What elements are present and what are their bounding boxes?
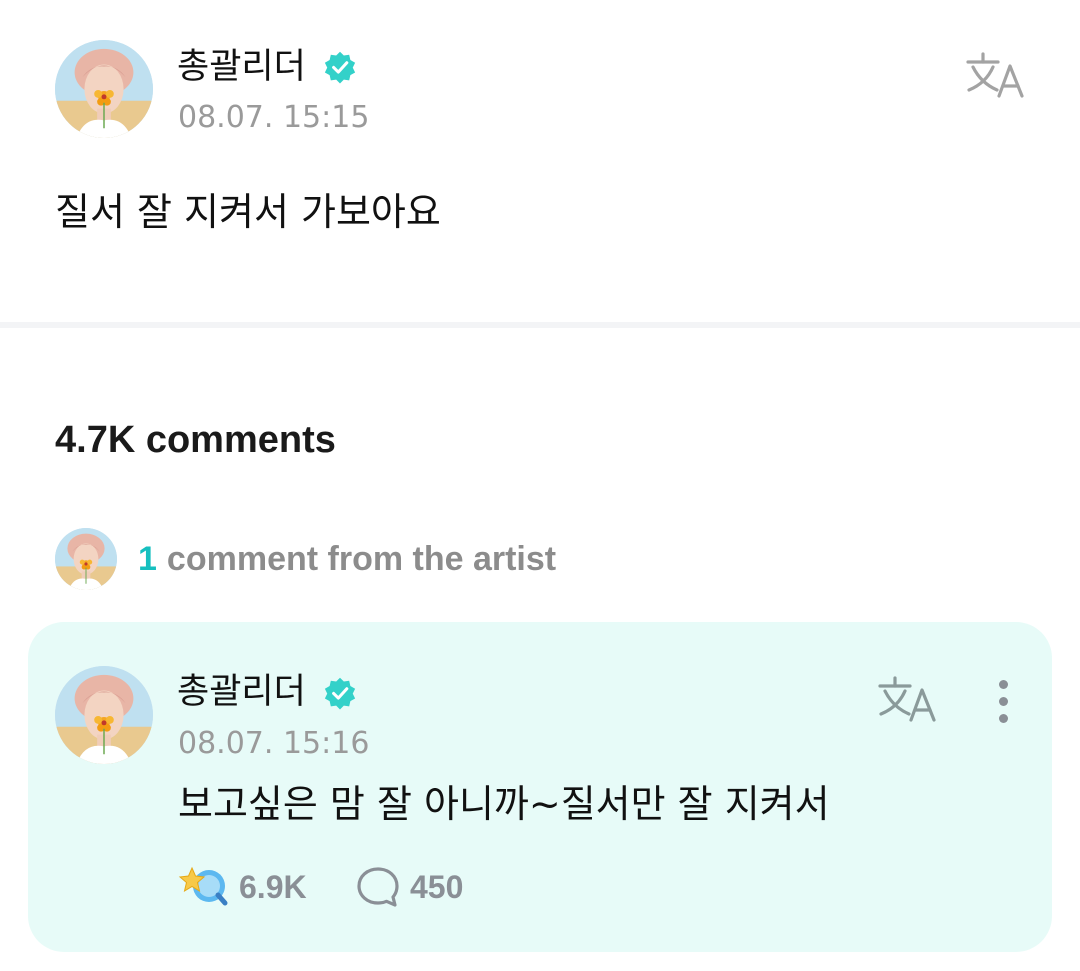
like-count: 6.9K — [239, 869, 307, 905]
post-body-text: 질서 잘 지켜서 가보아요 — [55, 190, 441, 234]
reply-button[interactable]: 450 — [356, 862, 476, 912]
artist-avatar[interactable] — [55, 528, 117, 590]
comment-author-avatar[interactable] — [55, 666, 153, 764]
verified-badge-icon — [323, 676, 357, 710]
section-divider — [0, 322, 1080, 328]
comments-count-heading: 4.7K comments — [55, 419, 336, 461]
reply-count: 450 — [410, 869, 464, 905]
post-author-name[interactable]: 총괄리더 — [177, 45, 306, 89]
artist-comment-label: comment from the artist — [166, 540, 557, 578]
comment-timestamp: 08.07. 15:16 — [178, 726, 370, 761]
post-timestamp: 08.07. 15:15 — [178, 100, 370, 135]
artist-comment-count: 1 — [138, 540, 157, 578]
translate-icon[interactable] — [964, 50, 1026, 100]
speech-bubble-icon — [357, 867, 399, 907]
sparkle-like-icon — [178, 866, 228, 906]
more-vertical-icon[interactable] — [988, 678, 1018, 726]
post-author-avatar[interactable] — [55, 40, 153, 138]
comment-author-name[interactable]: 총괄리더 — [177, 670, 306, 714]
artist-comment-link[interactable]: 1 comment from the artist — [138, 536, 556, 582]
like-button[interactable]: 6.9K — [178, 862, 318, 912]
comment-body-text: 보고싶은 맘 잘 아니까~질서만 잘 지켜서 — [178, 782, 830, 826]
verified-badge-icon — [323, 50, 357, 84]
translate-icon[interactable] — [876, 674, 938, 724]
